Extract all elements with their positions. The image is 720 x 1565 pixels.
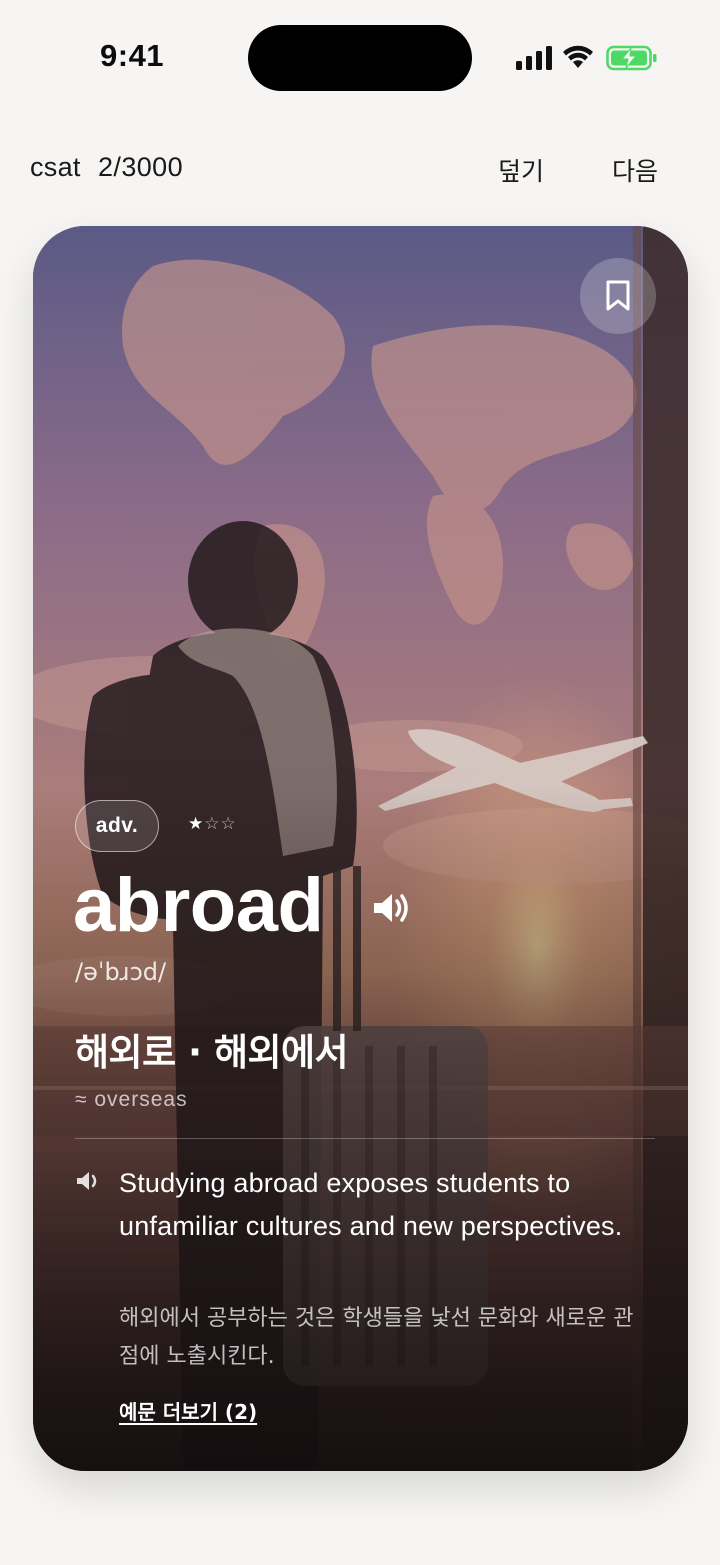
cover-button[interactable]: 덮기 (498, 152, 544, 188)
synonym: ≈ overseas (75, 1088, 188, 1111)
bookmark-icon (606, 280, 630, 311)
example-sentence-en: Studying abroad exposes students to unfa… (119, 1168, 623, 1241)
difficulty-stars: ★☆☆ (188, 814, 237, 834)
status-time: 9:41 (100, 38, 165, 73)
top-nav: csat 2/3000 덮기 다음 (0, 140, 720, 200)
battery-charging-icon (606, 45, 657, 71)
pronunciation: /əˈbɹɔd/ (75, 958, 167, 986)
korean-meaning: 해외로 · 해외에서 (75, 1031, 349, 1074)
star-filled-icon: ★ (188, 814, 205, 834)
part-of-speech-badge: adv. (75, 800, 159, 852)
status-bar: 9:41 (0, 0, 720, 116)
word-card[interactable]: adv. ★☆☆ abroad /əˈbɹɔd/ 해외로 · 해외에서 ≈ ov… (33, 226, 688, 1471)
example-speaker-icon[interactable] (75, 1170, 101, 1192)
speaker-icon[interactable] (371, 891, 411, 925)
divider (75, 1138, 655, 1139)
cellular-signal-icon (516, 46, 552, 70)
deck-name: csat (30, 152, 81, 182)
vocabulary-word: abroad (73, 863, 324, 948)
next-button[interactable]: 다음 (612, 152, 658, 188)
bookmark-button[interactable] (580, 258, 656, 334)
wifi-icon (563, 45, 593, 68)
dynamic-island (248, 25, 472, 91)
star-empty-icon: ☆☆ (204, 814, 237, 834)
deck-progress: 2/3000 (98, 152, 183, 182)
more-examples-link[interactable]: 예문 더보기 (2) (119, 1396, 257, 1425)
example-sentence-ko: 해외에서 공부하는 것은 학생들을 낯선 문화와 새로운 관점에 노출시킨다. (119, 1306, 634, 1369)
